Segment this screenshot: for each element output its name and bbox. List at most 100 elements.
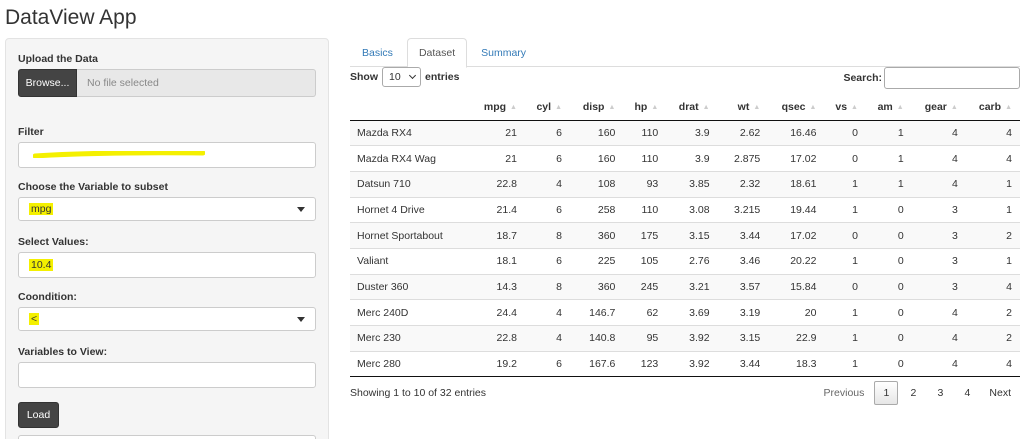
load-button[interactable]: Load <box>18 402 59 428</box>
select-values-value: 10.4 <box>29 259 54 271</box>
table-cell-hp: 245 <box>623 273 667 300</box>
page-button-4[interactable]: 4 <box>955 381 979 405</box>
file-upload: Browse... No file selected <box>18 69 316 97</box>
column-header-am[interactable]: am ▲ <box>865 95 912 121</box>
filter-input[interactable] <box>18 142 316 168</box>
table-cell-cyl: 4 <box>524 325 570 352</box>
page-button-2[interactable]: 2 <box>901 381 925 405</box>
page-button-3[interactable]: 3 <box>928 381 952 405</box>
tab-dataset[interactable]: Dataset <box>406 38 468 68</box>
table-row[interactable]: Duster 360 14.3 8 360 245 3.21 3.57 15.84 0 0 3 4 <box>350 273 1020 300</box>
entries-select[interactable]: 10 <box>382 67 421 87</box>
table-cell-cyl: 6 <box>524 350 570 378</box>
table-cell-rowname: Merc 230 <box>350 325 471 352</box>
table-row[interactable]: Mazda RX4 21 6 160 110 3.9 2.62 16.46 0 1 4 4 <box>350 119 1020 146</box>
table-row[interactable]: Hornet 4 Drive 21.4 6 258 110 3.08 3.215 19.44 1… <box>350 196 1020 223</box>
table-cell-vs: 1 <box>824 196 866 223</box>
column-header-qsec[interactable]: qsec ▲ <box>768 95 825 121</box>
table-cell-qsec: 20 <box>768 299 825 326</box>
variables-view-label: Variables to View: <box>18 346 108 358</box>
table-cell-drat: 3.9 <box>666 145 718 172</box>
table-cell-gear: 4 <box>911 145 966 172</box>
table-row[interactable]: Merc 240D 24.4 4 146.7 62 3.69 3.19 20 1 0 4 2 <box>350 299 1020 326</box>
table-cell-qsec: 17.02 <box>768 222 825 249</box>
table-cell-rowname: Valiant <box>350 247 471 275</box>
file-status: No file selected <box>77 69 316 97</box>
search-input[interactable] <box>884 67 1020 89</box>
table-cell-disp: 160 <box>570 119 624 146</box>
sort-icon: ▲ <box>851 103 858 111</box>
table-cell-vs: 0 <box>824 273 866 300</box>
table-cell-rowname: Hornet 4 Drive <box>350 196 471 223</box>
table-cell-mpg: 18.7 <box>470 222 525 249</box>
table-cell-cyl: 8 <box>524 273 570 300</box>
table-cell-rowname: Datsun 710 <box>350 170 471 198</box>
column-header-label: cyl <box>536 101 552 114</box>
table-cell-hp: 105 <box>623 247 667 275</box>
table-cell-gear: 4 <box>911 299 966 326</box>
table-header-row: mpg ▲ cyl ▲ disp ▲ hp ▲ drat ▲ wt ▲ qsec ▲ vs ▲ am ▲ gear ▲… <box>350 95 1020 121</box>
table-row[interactable]: Datsun 710 22.8 4 108 93 3.85 2.32 18.61 1 1 4 1 <box>350 170 1020 198</box>
previous-page-button[interactable]: Previous <box>817 381 872 405</box>
condition-select[interactable]: < <box>18 307 316 331</box>
table-cell-wt: 3.57 <box>717 273 769 300</box>
tab-basics[interactable]: Basics <box>350 38 405 67</box>
variable-subset-select[interactable]: mpg <box>18 197 316 221</box>
table-cell-carb: 4 <box>965 350 1020 378</box>
table-cell-vs: 1 <box>824 247 866 275</box>
entries-length-control: Show 10 entries <box>350 67 459 87</box>
table-cell-qsec: 20.22 <box>768 247 825 275</box>
table-row[interactable]: Merc 280 19.2 6 167.6 123 3.92 3.44 18.3 1 0 4 4 <box>350 350 1020 378</box>
table-cell-drat: 3.21 <box>666 273 718 300</box>
table-cell-gear: 3 <box>911 222 966 249</box>
table-cell-carb: 2 <box>965 325 1020 352</box>
table-cell-carb: 1 <box>965 247 1020 275</box>
sort-icon: ▲ <box>950 103 958 111</box>
column-header-label: carb <box>978 101 1002 114</box>
column-header-gear[interactable]: gear ▲ <box>911 95 966 121</box>
table-row[interactable]: Mazda RX4 Wag 21 6 160 110 3.9 2.875 17.02 0 1 4 4 <box>350 145 1020 172</box>
table-cell-am: 0 <box>865 247 912 275</box>
page-button-1[interactable]: 1 <box>874 381 899 405</box>
column-header-carb[interactable]: carb ▲ <box>965 95 1020 121</box>
table-cell-vs: 0 <box>824 145 866 172</box>
browse-button[interactable]: Browse... <box>18 69 77 97</box>
table-cell-drat: 3.08 <box>666 196 718 223</box>
condition-label: Coondition: <box>18 291 77 303</box>
table-cell-wt: 3.215 <box>717 196 769 223</box>
column-header-cyl[interactable]: cyl ▲ <box>524 95 570 121</box>
data-table: mpg ▲ cyl ▲ disp ▲ hp ▲ drat ▲ wt ▲ qsec ▲ vs ▲ am ▲ gear ▲… <box>350 95 1020 378</box>
table-cell-mpg: 14.3 <box>470 273 525 300</box>
table-cell-gear: 4 <box>911 350 966 378</box>
column-header-wt[interactable]: wt ▲ <box>717 95 769 121</box>
column-header-vs[interactable]: vs ▲ <box>824 95 866 121</box>
tab-summary[interactable]: Summary <box>469 38 538 67</box>
sort-icon: ▲ <box>608 103 616 111</box>
column-header-label: wt <box>737 101 750 114</box>
table-cell-cyl: 6 <box>524 247 570 275</box>
caret-down-icon <box>297 317 305 322</box>
column-header-disp[interactable]: disp ▲ <box>570 95 624 121</box>
table-cell-disp: 146.7 <box>570 299 624 326</box>
show-label: Show <box>350 71 378 83</box>
variables-view-input[interactable] <box>18 362 316 388</box>
table-cell-wt: 2.62 <box>717 119 769 146</box>
variable-subset-value: mpg <box>29 203 54 215</box>
table-cell-cyl: 4 <box>524 170 570 198</box>
select-values-input[interactable]: 10.4 <box>18 252 316 278</box>
table-cell-carb: 4 <box>965 145 1020 172</box>
table-cell-drat: 3.92 <box>666 350 718 378</box>
filter-label: Filter <box>18 126 44 138</box>
table-cell-qsec: 17.02 <box>768 145 825 172</box>
column-header-hp[interactable]: hp ▲ <box>623 95 667 121</box>
table-cell-disp: 167.6 <box>570 350 624 378</box>
column-header-drat[interactable]: drat ▲ <box>666 95 718 121</box>
table-row[interactable]: Hornet Sportabout 18.7 8 360 175 3.15 3.44 17.0… <box>350 222 1020 249</box>
column-header-rowname[interactable] <box>350 95 471 121</box>
table-row[interactable]: Merc 230 22.8 4 140.8 95 3.92 3.15 22.9 1 0 4 2 <box>350 325 1020 352</box>
column-header-mpg[interactable]: mpg ▲ <box>470 95 525 121</box>
table-row[interactable]: Valiant 18.1 6 225 105 2.76 3.46 20.22 1 0 3 1 <box>350 247 1020 275</box>
next-page-button[interactable]: Next <box>982 381 1018 405</box>
column-header-label: hp <box>634 101 648 114</box>
sidebar-panel: Upload the Data Browse... No file select… <box>5 38 329 439</box>
